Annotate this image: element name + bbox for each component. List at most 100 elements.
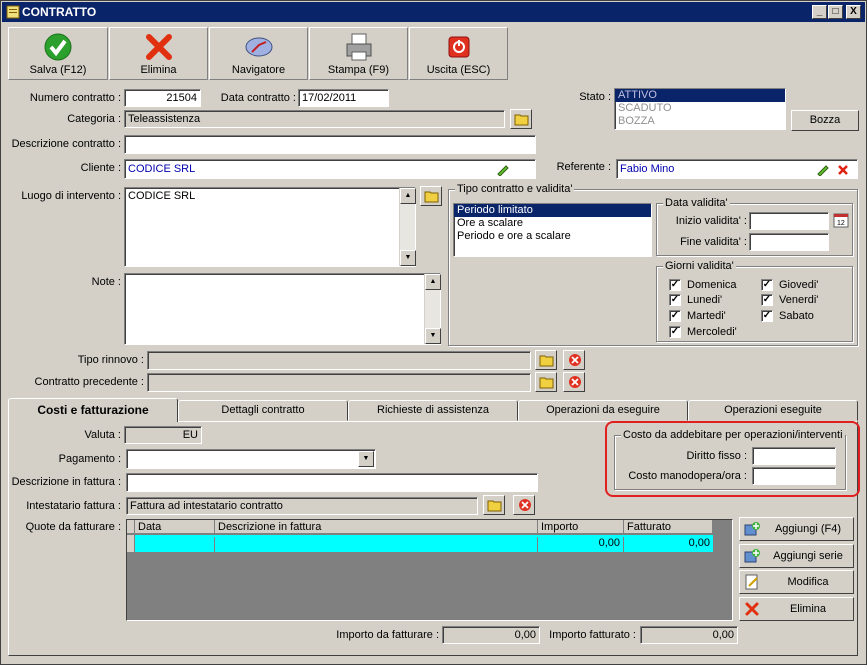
checkbox-mercoledi[interactable]: ✓	[669, 326, 681, 338]
folder-icon	[514, 114, 529, 126]
desc-fattura-input[interactable]	[126, 473, 538, 492]
descrizione-input[interactable]	[124, 135, 536, 154]
diritto-input[interactable]	[752, 447, 836, 465]
folder-icon	[539, 355, 554, 367]
cell-descrizione[interactable]	[215, 537, 538, 552]
scroll-down-arrow-icon[interactable]: ▼	[400, 250, 416, 266]
cell-importo[interactable]: 0,00	[538, 537, 624, 552]
luogo-text: CODICE SRL	[128, 190, 196, 202]
exit-button[interactable]: Uscita (ESC)	[409, 27, 508, 80]
maximize-button[interactable]: □	[828, 5, 843, 19]
contratto-prec-input	[147, 373, 531, 392]
stato-option[interactable]: SCADUTO	[615, 102, 785, 115]
giovedi-label: Giovedi'	[779, 279, 819, 291]
inizio-input[interactable]	[749, 212, 829, 230]
intestatario-clear-button[interactable]	[513, 495, 535, 515]
tab-operazioni-da-eseguire[interactable]: Operazioni da eseguire	[518, 400, 688, 421]
dropdown-arrow-icon[interactable]: ▼	[358, 451, 374, 467]
categoria-browse-button[interactable]	[510, 109, 532, 129]
fine-input[interactable]	[749, 233, 829, 251]
delete-x-icon	[745, 602, 759, 616]
checkbox-giovedi[interactable]: ✓	[761, 279, 773, 291]
cell-data[interactable]	[135, 537, 215, 552]
luogo-label: Luogo di intervento :	[21, 190, 121, 202]
intestatario-browse-button[interactable]	[483, 495, 505, 515]
table-row[interactable]: 0,00 0,00	[135, 535, 713, 552]
cliente-input[interactable]: CODICE SRL	[124, 159, 536, 179]
tab-operazioni-eseguite[interactable]: Operazioni eseguite	[688, 400, 858, 421]
calendar-icon[interactable]: 12	[833, 212, 849, 228]
modifica-label: Modifica	[787, 576, 829, 588]
stato-label: Stato :	[579, 91, 611, 103]
tab-costi[interactable]: Costi e fatturazione	[8, 398, 178, 422]
grid-header-data[interactable]: Data	[135, 520, 215, 534]
elimina-quota-button[interactable]: Elimina	[739, 597, 854, 621]
grid-header-importo[interactable]: Importo	[538, 520, 624, 534]
scroll-up-arrow-icon[interactable]: ▲	[400, 188, 416, 204]
note-scrollbar[interactable]: ▲ ▼	[424, 274, 441, 344]
checkbox-domenica[interactable]: ✓	[669, 279, 681, 291]
tipo-rinnovo-browse-button[interactable]	[535, 350, 557, 370]
modifica-button[interactable]: Modifica	[739, 570, 854, 594]
clear-x-icon[interactable]	[837, 164, 849, 176]
tab-dettagli[interactable]: Dettagli contratto	[178, 400, 348, 421]
luogo-scrollbar[interactable]: ▲ ▼	[399, 188, 416, 266]
tipo-rinnovo-clear-button[interactable]	[563, 350, 585, 370]
save-button[interactable]: Salva (F12)	[8, 27, 108, 80]
importo-fatt-input: 0,00	[640, 626, 738, 644]
pagamento-select[interactable]	[126, 449, 376, 469]
cell-fatturato[interactable]: 0,00	[624, 537, 713, 549]
note-text	[125, 274, 440, 287]
bozza-button[interactable]: Bozza	[791, 110, 859, 131]
folder-icon	[424, 191, 439, 203]
note-textarea[interactable]: ▲ ▼	[124, 273, 441, 345]
checkbox-lunedi[interactable]: ✓	[669, 294, 681, 306]
luogo-browse-button[interactable]	[420, 186, 442, 206]
diritto-label: Diritto fisso :	[686, 450, 747, 462]
manodopera-input[interactable]	[752, 467, 836, 485]
giorni-validita-group: Giorni validita' ✓ Domenica ✓ Giovedi' ✓…	[656, 260, 853, 342]
contratto-prec-clear-button[interactable]	[563, 372, 585, 392]
tipo-option[interactable]: Periodo e ore a scalare	[454, 230, 651, 243]
sabato-label: Sabato	[779, 310, 814, 322]
quote-label: Quote da fatturare :	[25, 521, 121, 533]
tipo-option[interactable]: Ore a scalare	[454, 217, 651, 230]
aggiungi-button[interactable]: Aggiungi (F4)	[739, 517, 854, 541]
tipo-contratto-group: Tipo contratto e validita' Periodo limit…	[448, 183, 858, 346]
scroll-up-arrow-icon[interactable]: ▲	[425, 274, 441, 290]
manodopera-label: Costo manodopera/ora :	[628, 470, 747, 482]
print-button[interactable]: Stampa (F9)	[309, 27, 408, 80]
navigator-label: Navigatore	[231, 64, 286, 76]
edit-pencil-icon[interactable]	[816, 163, 830, 176]
app-icon	[6, 5, 20, 19]
aggiungi-label: Aggiungi (F4)	[774, 523, 842, 535]
checkbox-martedi[interactable]: ✓	[669, 310, 681, 322]
stato-list[interactable]: ATTIVO SCADUTO BOZZA	[614, 88, 786, 130]
grid-header-descrizione[interactable]: Descrizione in fattura	[215, 520, 538, 534]
checkbox-venerdi[interactable]: ✓	[761, 294, 773, 306]
grid-header-fatturato[interactable]: Fatturato	[624, 520, 713, 534]
delete-button[interactable]: Elimina	[109, 27, 208, 80]
stato-option[interactable]: ATTIVO	[615, 89, 785, 102]
edit-pencil-icon[interactable]	[496, 163, 510, 176]
stato-option[interactable]: BOZZA	[615, 115, 785, 128]
numero-input[interactable]: 21504	[124, 89, 201, 107]
tipo-option[interactable]: Periodo limitato	[454, 204, 651, 217]
elimina-quota-label: Elimina	[789, 603, 827, 615]
close-window-button[interactable]: X	[846, 5, 861, 19]
numero-label: Numero contratto :	[29, 92, 121, 104]
aggiungi-serie-button[interactable]: Aggiungi serie	[739, 544, 854, 568]
minimize-button[interactable]: _	[812, 5, 827, 19]
giorni-title: Giorni validita'	[663, 260, 736, 272]
contratto-prec-browse-button[interactable]	[535, 372, 557, 392]
luogo-textarea[interactable]: CODICE SRL ▲ ▼	[124, 187, 416, 267]
tab-richieste[interactable]: Richieste di assistenza	[348, 400, 518, 421]
mercoledi-label: Mercoledi'	[687, 326, 737, 338]
data-input[interactable]: 17/02/2011	[298, 89, 389, 107]
tipo-contratto-list[interactable]: Periodo limitato Ore a scalare Periodo e…	[453, 203, 652, 257]
quote-grid[interactable]: Data Descrizione in fattura Importo Fatt…	[126, 519, 733, 621]
scroll-down-arrow-icon[interactable]: ▼	[425, 328, 441, 344]
navigator-button[interactable]: Navigatore	[209, 27, 308, 80]
row-indicator	[127, 535, 135, 552]
checkbox-sabato[interactable]: ✓	[761, 310, 773, 322]
